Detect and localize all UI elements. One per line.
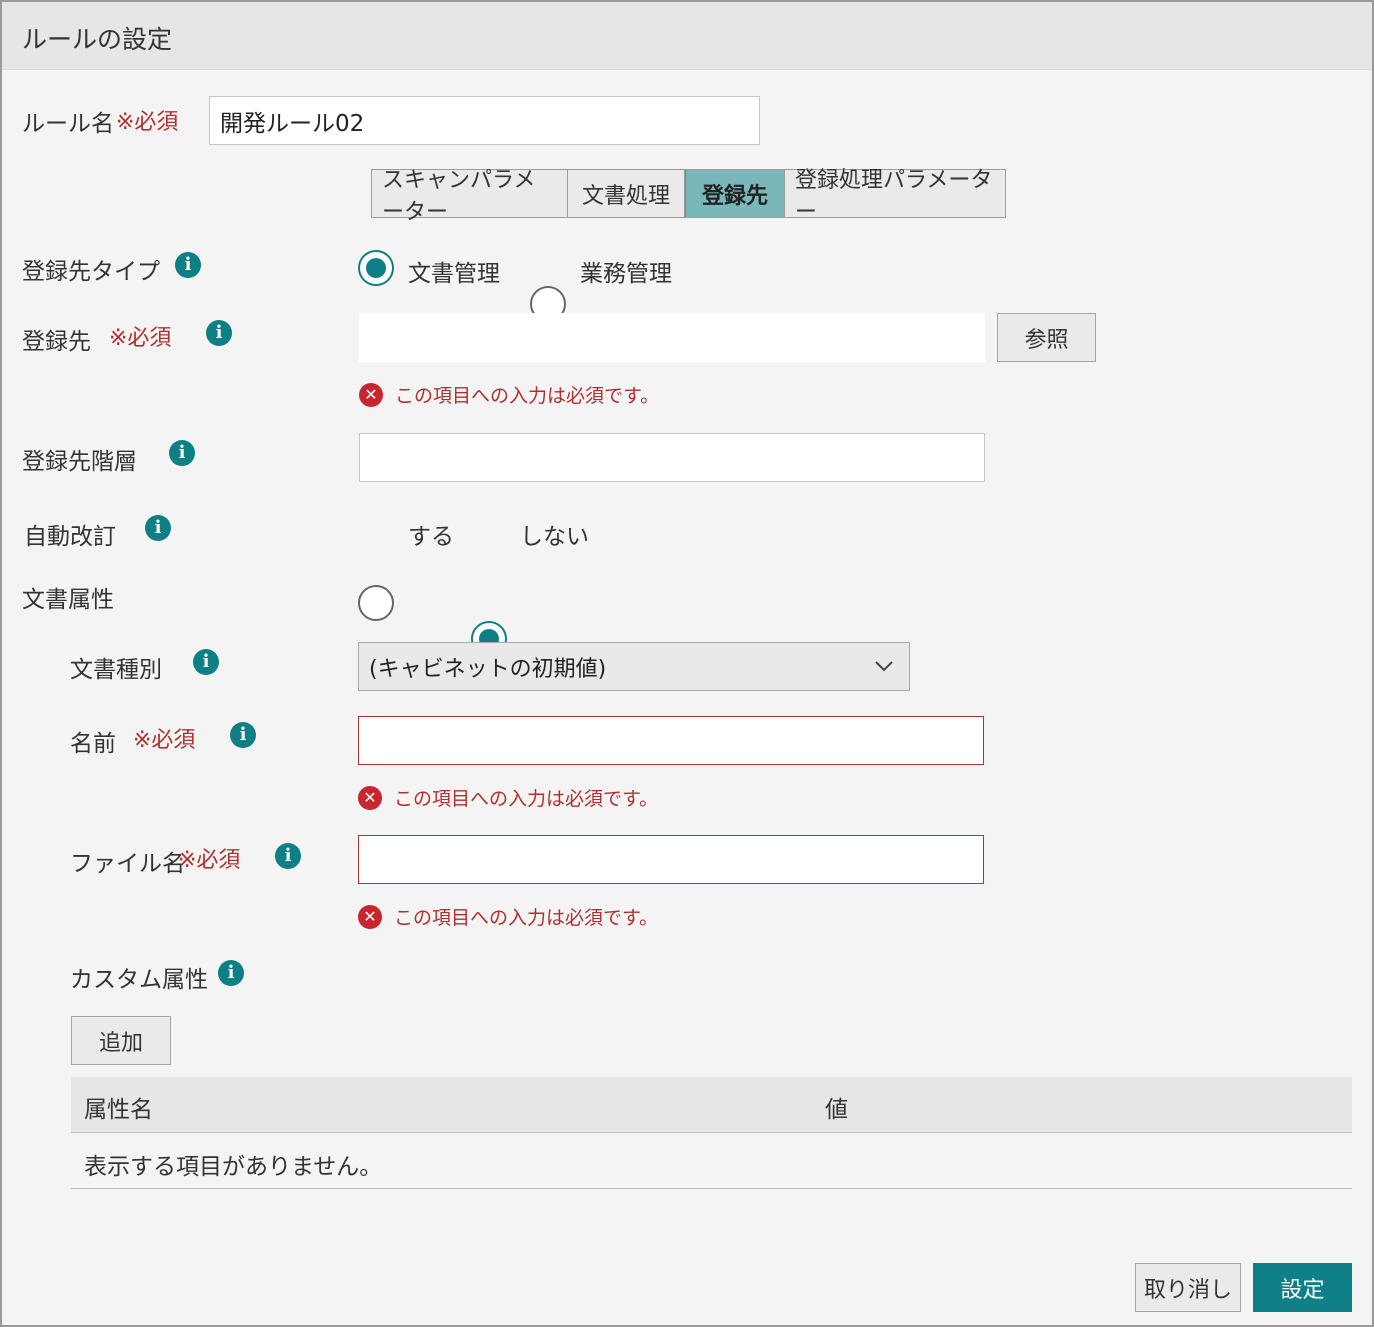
file-name-error: ✕ この項目への入力は必須です。 <box>358 903 658 930</box>
doc-attrs-heading: 文書属性 <box>22 587 114 613</box>
column-attribute-name: 属性名 <box>84 1097 153 1123</box>
chevron-down-icon <box>875 661 893 672</box>
tab-scan-parameters[interactable]: スキャンパラメーター <box>372 168 568 225</box>
error-icon: ✕ <box>358 785 382 810</box>
attrs-table-empty-row: 表示する項目がありません。 <box>71 1133 1352 1189</box>
rule-name-input[interactable]: 開発ルール02 <box>209 96 760 145</box>
info-icon[interactable]: i <box>275 843 301 869</box>
file-name-required: ※必須 <box>178 848 241 873</box>
info-icon[interactable]: i <box>230 722 256 748</box>
dialog-title: ルールの設定 <box>22 25 173 54</box>
destination-error: ✕ この項目への入力は必須です。 <box>359 381 659 408</box>
error-icon: ✕ <box>359 382 383 407</box>
column-value: 値 <box>825 1097 848 1123</box>
radio-auto-revision-yes[interactable] <box>358 585 394 621</box>
tab-registration-parameters[interactable]: 登録処理パラメーター <box>785 168 1005 225</box>
info-icon[interactable]: i <box>193 649 219 675</box>
radio-auto-revision-no-label: しない <box>520 524 589 550</box>
rule-name-label: ルール名 <box>22 111 114 137</box>
radio-document-management[interactable] <box>358 250 394 286</box>
attrs-table-header: 属性名 値 <box>71 1077 1352 1133</box>
rule-settings-dialog: ルールの設定 ルール名 ※必須 開発ルール02 スキャンパラメーター 文書処理 … <box>0 0 1374 1327</box>
name-required: ※必須 <box>133 728 196 753</box>
attrs-table-empty-message: 表示する項目がありません。 <box>84 1154 383 1180</box>
tab-bar: スキャンパラメーター 文書処理 登録先 登録処理パラメーター <box>371 168 1006 225</box>
name-error: ✕ この項目への入力は必須です。 <box>358 784 658 811</box>
auto-revision-label: 自動改訂 <box>24 524 116 550</box>
error-icon: ✕ <box>358 904 382 929</box>
doc-type-selected: (キャビネットの初期値) <box>369 656 607 682</box>
doc-type-label: 文書種別 <box>70 657 162 683</box>
tab-document-processing[interactable]: 文書処理 <box>568 170 685 217</box>
browse-button[interactable]: 参照 <box>997 313 1096 362</box>
dest-hierarchy-label: 登録先階層 <box>22 449 137 475</box>
name-label: 名前 <box>70 731 116 757</box>
ok-button[interactable]: 設定 <box>1253 1263 1352 1312</box>
info-icon[interactable]: i <box>145 515 171 541</box>
destination-error-text: この項目への入力は必須です。 <box>395 385 660 407</box>
doc-type-select[interactable]: (キャビネットの初期値) <box>358 642 910 691</box>
file-name-input[interactable] <box>358 835 984 884</box>
dest-type-label: 登録先タイプ <box>22 259 160 285</box>
destination-label: 登録先 <box>22 329 91 355</box>
radio-document-management-label: 文書管理 <box>408 261 500 287</box>
rule-name-required: ※必須 <box>116 110 179 135</box>
info-icon[interactable]: i <box>169 440 195 466</box>
info-icon[interactable]: i <box>175 252 201 278</box>
name-error-text: この項目への入力は必須です。 <box>394 788 659 810</box>
add-attribute-button[interactable]: 追加 <box>71 1016 171 1065</box>
destination-input[interactable] <box>359 313 985 362</box>
name-input[interactable] <box>358 716 984 765</box>
custom-attrs-label: カスタム属性 <box>70 967 208 993</box>
destination-required: ※必須 <box>109 326 172 351</box>
file-name-error-text: この項目への入力は必須です。 <box>394 907 659 929</box>
dialog-titlebar: ルールの設定 <box>2 2 1372 70</box>
info-icon[interactable]: i <box>206 320 232 346</box>
file-name-label: ファイル名 <box>70 851 185 877</box>
dest-hierarchy-input[interactable] <box>359 433 985 482</box>
info-icon[interactable]: i <box>218 960 244 986</box>
tab-destination[interactable]: 登録先 <box>685 170 785 217</box>
cancel-button[interactable]: 取り消し <box>1135 1263 1241 1312</box>
radio-business-management-label: 業務管理 <box>580 261 672 287</box>
radio-auto-revision-yes-label: する <box>408 524 454 550</box>
